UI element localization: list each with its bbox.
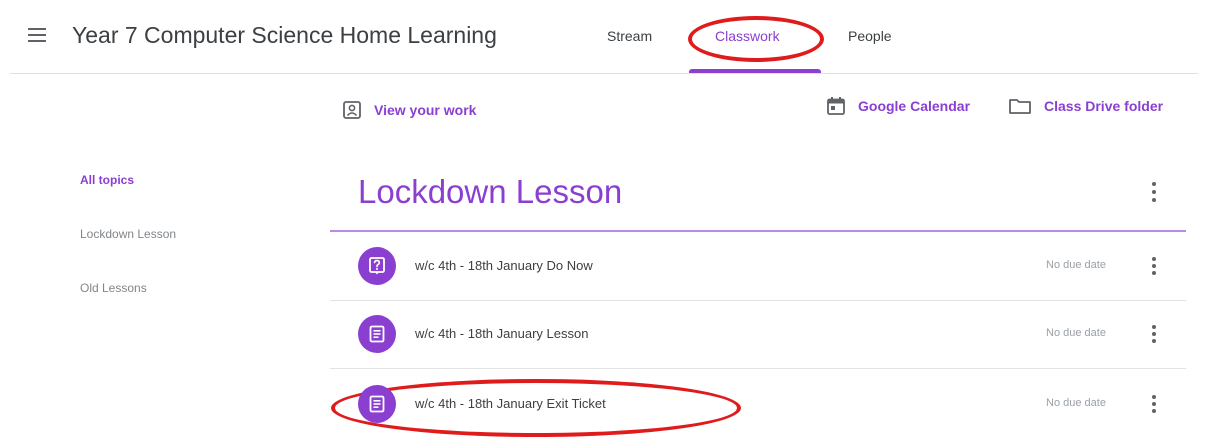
top-app-bar: Year 7 Computer Science Home Learning St… <box>0 0 1208 74</box>
google-calendar-label: Google Calendar <box>858 98 971 114</box>
view-your-work-label: View your work <box>374 102 477 118</box>
item-more-options-icon[interactable] <box>1145 322 1163 346</box>
header-divider <box>10 73 1198 74</box>
hamburger-menu-icon[interactable] <box>28 27 48 43</box>
material-icon <box>358 385 396 423</box>
due-date-label: No due date <box>1046 397 1106 409</box>
google-calendar-link[interactable]: Google Calendar <box>826 96 970 116</box>
material-icon <box>358 315 396 353</box>
due-date-label: No due date <box>1046 327 1106 339</box>
classwork-item-do-now[interactable]: w/c 4th - 18th January Do Now No due dat… <box>330 232 1186 299</box>
row-divider <box>330 368 1186 369</box>
tab-people[interactable]: People <box>848 28 892 44</box>
sidebar-item-old-lessons[interactable]: Old Lessons <box>80 281 147 295</box>
assignment-ind-icon <box>343 101 361 119</box>
folder-icon <box>1009 99 1031 114</box>
item-more-options-icon[interactable] <box>1145 254 1163 278</box>
due-date-label: No due date <box>1046 259 1106 271</box>
question-icon <box>358 247 396 285</box>
class-drive-folder-link[interactable]: Class Drive folder <box>1008 96 1163 116</box>
class-drive-folder-label: Class Drive folder <box>1044 98 1164 114</box>
item-more-options-icon[interactable] <box>1145 392 1163 416</box>
classwork-item-title: w/c 4th - 18th January Do Now <box>415 258 593 273</box>
topic-title: Lockdown Lesson <box>358 173 623 210</box>
topic-more-options-icon[interactable] <box>1145 179 1163 205</box>
tab-classwork[interactable]: Classwork <box>715 28 780 44</box>
tab-stream[interactable]: Stream <box>607 28 652 44</box>
classwork-item-exit-ticket[interactable]: w/c 4th - 18th January Exit Ticket No du… <box>330 370 1186 437</box>
class-title[interactable]: Year 7 Computer Science Home Learning <box>72 22 497 49</box>
classwork-item-title: w/c 4th - 18th January Exit Ticket <box>415 396 606 411</box>
classwork-item-title: w/c 4th - 18th January Lesson <box>415 326 589 341</box>
classwork-item-lesson[interactable]: w/c 4th - 18th January Lesson No due dat… <box>330 300 1186 367</box>
view-your-work-link[interactable]: View your work <box>342 100 476 120</box>
calendar-icon <box>827 97 845 115</box>
sidebar-item-lockdown-lesson[interactable]: Lockdown Lesson <box>80 227 176 241</box>
sidebar-item-all-topics[interactable]: All topics <box>80 173 134 187</box>
